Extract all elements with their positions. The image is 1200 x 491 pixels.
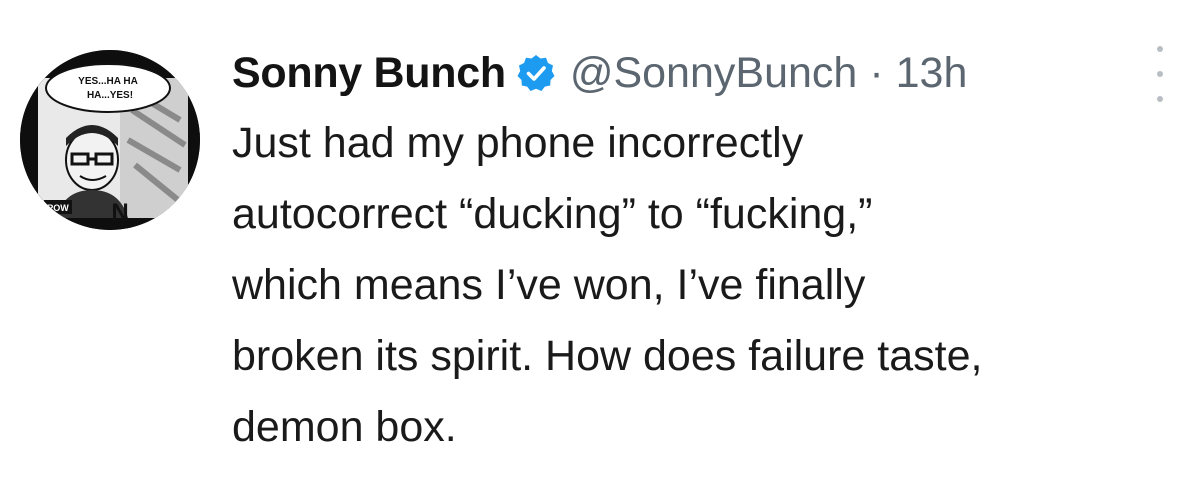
tweet-text-line: demon box.	[232, 403, 457, 451]
avatar-panel-letter: N	[111, 199, 128, 226]
verified-badge-icon[interactable]	[516, 53, 556, 93]
more-dot	[1157, 46, 1163, 52]
tweet-text-line: broken its spirit. How does failure tast…	[232, 332, 983, 380]
tweet-timestamp[interactable]: 13h	[896, 49, 968, 98]
avatar-bubble-text-bottom: HA...YES!	[87, 90, 133, 101]
more-dot	[1157, 96, 1163, 102]
more-options-icon[interactable]	[1150, 46, 1170, 102]
user-handle[interactable]: @SonnyBunch	[570, 49, 858, 98]
avatar[interactable]: YES...HA HA HA...YES! POW N	[20, 50, 200, 230]
avatar-bubble-text-top: YES...HA HA	[78, 76, 138, 87]
header-separator: ·	[869, 48, 884, 97]
tweet-text: Just had my phone incorrectly autocorrec…	[232, 108, 1182, 463]
tweet-text-line: Just had my phone incorrectly	[232, 119, 804, 167]
tweet-card: YES...HA HA HA...YES! POW N Sonny Bunch …	[0, 0, 1200, 491]
tweet-header: Sonny Bunch @SonnyBunch · 13h	[232, 40, 967, 106]
display-name[interactable]: Sonny Bunch	[232, 49, 506, 98]
avatar-panel-text: POW	[47, 203, 69, 213]
tweet-text-line: which means I’ve won, I’ve finally	[232, 261, 866, 309]
avatar-comic-image: YES...HA HA HA...YES! POW N	[20, 50, 200, 230]
more-dot	[1157, 71, 1163, 77]
tweet-text-line: autocorrect “ducking” to “fucking,”	[232, 190, 873, 238]
